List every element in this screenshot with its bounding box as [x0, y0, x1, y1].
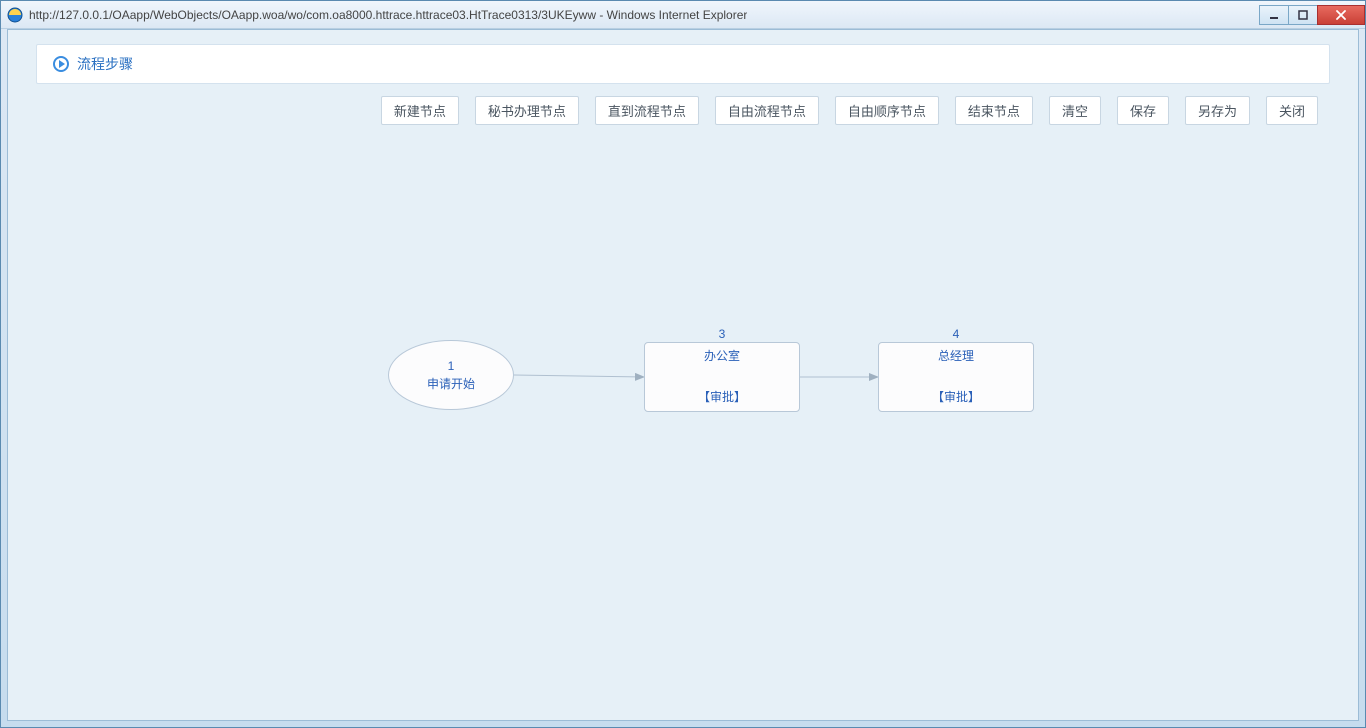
new-node-button[interactable]: 新建节点: [381, 96, 459, 125]
window-controls: [1260, 5, 1365, 25]
until-flow-node-button[interactable]: 直到流程节点: [595, 96, 699, 125]
title-bar: http://127.0.0.1/OAapp/WebObjects/OAapp.…: [1, 1, 1365, 29]
window: http://127.0.0.1/OAapp/WebObjects/OAapp.…: [0, 0, 1366, 728]
node-title: 办公室: [645, 343, 799, 364]
close-button[interactable]: 关闭: [1266, 96, 1318, 125]
secretary-node-button[interactable]: 秘书办理节点: [475, 96, 579, 125]
flow-canvas[interactable]: 1申请开始 3 办公室【审批】 4 总经理【审批】: [8, 160, 1358, 720]
save-button[interactable]: 保存: [1117, 96, 1169, 125]
flow-edges: [8, 160, 1358, 720]
arrow-right-icon: [53, 56, 69, 72]
ie-icon: [7, 7, 23, 23]
clear-button[interactable]: 清空: [1049, 96, 1101, 125]
end-node-button[interactable]: 结束节点: [955, 96, 1033, 125]
node-number: 4: [879, 327, 1033, 341]
node-number: 3: [645, 327, 799, 341]
flow-node-process[interactable]: 4总经理【审批】: [878, 342, 1034, 412]
flow-node-process[interactable]: 3办公室【审批】: [644, 342, 800, 412]
client-area: 流程步骤 新建节点 秘书办理节点 直到流程节点 自由流程节点 自由顺序节点 结束…: [7, 29, 1359, 721]
free-flow-node-button[interactable]: 自由流程节点: [715, 96, 819, 125]
maximize-button[interactable]: [1288, 5, 1318, 25]
chrome-border: 流程步骤 新建节点 秘书办理节点 直到流程节点 自由流程节点 自由顺序节点 结束…: [1, 29, 1365, 727]
close-window-button[interactable]: [1317, 5, 1365, 25]
node-action: 【审批】: [645, 388, 799, 405]
node-title: 总经理: [879, 343, 1033, 364]
flow-edge: [514, 375, 644, 377]
node-action: 【审批】: [879, 388, 1033, 405]
toolbar: 新建节点 秘书办理节点 直到流程节点 自由流程节点 自由顺序节点 结束节点 清空…: [8, 96, 1358, 125]
page-title: 流程步骤: [77, 54, 133, 74]
free-order-node-button[interactable]: 自由顺序节点: [835, 96, 939, 125]
minimize-button[interactable]: [1259, 5, 1289, 25]
header-panel: 流程步骤: [36, 44, 1330, 84]
flow-node-start[interactable]: 1申请开始: [388, 340, 514, 410]
window-title: http://127.0.0.1/OAapp/WebObjects/OAapp.…: [29, 8, 747, 22]
title-left: http://127.0.0.1/OAapp/WebObjects/OAapp.…: [7, 7, 747, 23]
node-title: 申请开始: [427, 375, 475, 393]
node-number: 1: [448, 357, 455, 375]
save-as-button[interactable]: 另存为: [1185, 96, 1250, 125]
